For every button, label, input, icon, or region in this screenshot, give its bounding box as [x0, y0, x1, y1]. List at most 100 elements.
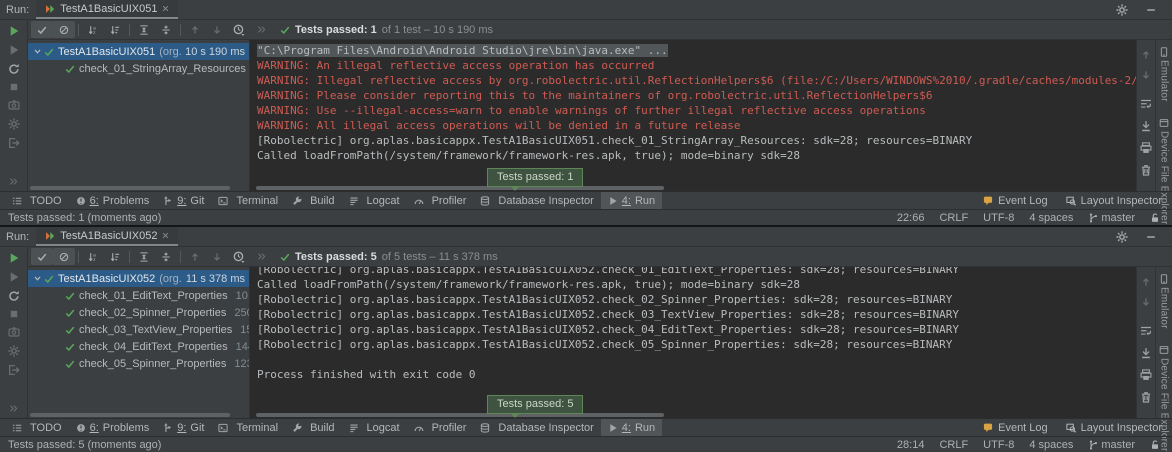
tool-tab-database-inspector[interactable]: Database Inspector: [473, 419, 600, 436]
tool-tab-profiler[interactable]: Profiler: [407, 419, 474, 436]
run-console[interactable]: "C:\Program Files\Android\Android Studio…: [250, 40, 1136, 191]
file-encoding[interactable]: UTF-8: [983, 212, 1014, 224]
git-branch-widget[interactable]: master: [1088, 212, 1135, 224]
show-passed-filter-button[interactable]: [31, 248, 53, 265]
test-case-row[interactable]: check_04_EditText_Properties 144 ms: [28, 338, 249, 355]
test-history-button[interactable]: [228, 21, 250, 38]
next-message-icon[interactable]: [1141, 297, 1151, 307]
run-console[interactable]: [Robolectric] org.aplas.basicappx.TestA1…: [250, 267, 1136, 418]
console-horizontal-scrollbar[interactable]: [256, 186, 664, 190]
test-case-row[interactable]: check_05_Spinner_Properties 123 ms: [28, 355, 249, 372]
tree-horizontal-scrollbar[interactable]: [30, 413, 230, 417]
layout-inspector-button[interactable]: Layout Inspector: [1066, 422, 1162, 434]
toggle-auto-test-button[interactable]: [8, 63, 20, 75]
tool-tab-build[interactable]: Build: [285, 419, 341, 436]
prev-message-icon[interactable]: [1141, 277, 1151, 287]
close-tab-icon[interactable]: [162, 232, 169, 239]
screen-capture-icon[interactable]: [8, 326, 20, 338]
test-case-row[interactable]: check_02_Spinner_Properties 250 ms: [28, 304, 249, 321]
hide-panel-icon[interactable]: [1146, 232, 1156, 242]
run-tab[interactable]: TestA1BasicUIX052: [36, 227, 178, 246]
collapse-all-button[interactable]: [155, 248, 177, 265]
gear-icon[interactable]: [1116, 231, 1128, 243]
test-history-button[interactable]: [228, 248, 250, 265]
chevron-down-icon[interactable]: [33, 47, 42, 56]
test-case-row[interactable]: check_01_EditText_Properties 10 s 711 ms: [28, 287, 249, 304]
indent-setting[interactable]: 4 spaces: [1029, 439, 1073, 451]
unlock-icon[interactable]: [1150, 440, 1160, 450]
line-ending[interactable]: CRLF: [939, 439, 968, 451]
emulator-stripe-button[interactable]: Emulator: [1159, 274, 1170, 329]
expand-all-button[interactable]: [133, 21, 155, 38]
tool-tab-build[interactable]: Build: [285, 192, 341, 209]
show-passed-filter-button[interactable]: [31, 21, 53, 38]
rerun-failed-tests-button[interactable]: [8, 44, 20, 56]
caret-position[interactable]: 22:66: [897, 212, 925, 224]
print-icon[interactable]: [1140, 369, 1152, 381]
screen-capture-icon[interactable]: [8, 99, 20, 111]
expand-all-button[interactable]: [133, 248, 155, 265]
prev-message-icon[interactable]: [1141, 50, 1151, 60]
collapse-all-button[interactable]: [155, 21, 177, 38]
exit-icon[interactable]: [8, 137, 20, 149]
run-tab[interactable]: TestA1BasicUIX051: [36, 0, 178, 19]
test-root-row[interactable]: TestA1BasicUIX052 (org.aplas.basica 11 s…: [28, 270, 249, 287]
clear-console-icon[interactable]: [1140, 164, 1152, 176]
test-settings-icon[interactable]: [8, 118, 20, 130]
rerun-tests-button[interactable]: [8, 25, 20, 37]
tool-tab-database-inspector[interactable]: Database Inspector: [473, 192, 600, 209]
soft-wrap-icon[interactable]: [1140, 98, 1152, 110]
close-tab-icon[interactable]: [162, 5, 169, 12]
sort-alphabetically-button[interactable]: [82, 21, 104, 38]
git-branch-widget[interactable]: master: [1088, 439, 1135, 451]
tool-tab-terminal[interactable]: Terminal: [211, 192, 285, 209]
line-ending[interactable]: CRLF: [939, 212, 968, 224]
tool-tab-profiler[interactable]: Profiler: [407, 192, 474, 209]
tool-tab-todo[interactable]: TODO: [5, 192, 69, 209]
rerun-tests-button[interactable]: [8, 252, 20, 264]
tree-horizontal-scrollbar[interactable]: [30, 186, 230, 190]
tool-tab-logcat[interactable]: Logcat: [342, 192, 407, 209]
file-encoding[interactable]: UTF-8: [983, 439, 1014, 451]
next-occurrence-button[interactable]: [206, 248, 228, 265]
previous-occurrence-button[interactable]: [184, 21, 206, 38]
tool-tab-logcat[interactable]: Logcat: [342, 419, 407, 436]
sort-by-duration-button[interactable]: [104, 21, 126, 38]
stop-button[interactable]: [9, 82, 19, 92]
tool-tab-run[interactable]: 4:Run: [601, 192, 662, 209]
tool-tab-git[interactable]: 9:Git: [156, 192, 211, 209]
hidden-actions-chevrons-icon[interactable]: [9, 404, 18, 413]
soft-wrap-icon[interactable]: [1140, 325, 1152, 337]
sort-alphabetically-button[interactable]: [82, 248, 104, 265]
caret-position[interactable]: 28:14: [897, 439, 925, 451]
chevron-down-icon[interactable]: [33, 274, 42, 283]
tool-tab-problems[interactable]: 6:Problems: [69, 192, 157, 209]
more-toolbar-chevrons-icon[interactable]: [250, 21, 272, 38]
unlock-icon[interactable]: [1150, 213, 1160, 223]
test-settings-icon[interactable]: [8, 345, 20, 357]
indent-setting[interactable]: 4 spaces: [1029, 212, 1073, 224]
more-toolbar-chevrons-icon[interactable]: [250, 248, 272, 265]
rerun-failed-tests-button[interactable]: [8, 271, 20, 283]
event-log-button[interactable]: Event Log: [983, 195, 1048, 207]
layout-inspector-button[interactable]: Layout Inspector: [1066, 195, 1162, 207]
test-root-row[interactable]: TestA1BasicUIX051 (org.aplas.basica 10 s…: [28, 43, 249, 60]
previous-occurrence-button[interactable]: [184, 248, 206, 265]
tool-tab-terminal[interactable]: Terminal: [211, 419, 285, 436]
console-horizontal-scrollbar[interactable]: [256, 413, 664, 417]
test-case-row[interactable]: check_01_StringArray_Resources 10 s 190 …: [28, 60, 249, 77]
event-log-button[interactable]: Event Log: [983, 422, 1048, 434]
tool-tab-todo[interactable]: TODO: [5, 419, 69, 436]
stop-button[interactable]: [9, 309, 19, 319]
toggle-auto-test-button[interactable]: [8, 290, 20, 302]
tool-tab-problems[interactable]: 6:Problems: [69, 419, 157, 436]
next-occurrence-button[interactable]: [206, 21, 228, 38]
show-ignored-filter-button[interactable]: [53, 248, 75, 265]
scroll-to-end-icon[interactable]: [1140, 347, 1152, 359]
clear-console-icon[interactable]: [1140, 391, 1152, 403]
test-case-row[interactable]: check_03_TextView_Properties 150 ms: [28, 321, 249, 338]
show-ignored-filter-button[interactable]: [53, 21, 75, 38]
next-message-icon[interactable]: [1141, 70, 1151, 80]
gear-icon[interactable]: [1116, 4, 1128, 16]
sort-by-duration-button[interactable]: [104, 248, 126, 265]
